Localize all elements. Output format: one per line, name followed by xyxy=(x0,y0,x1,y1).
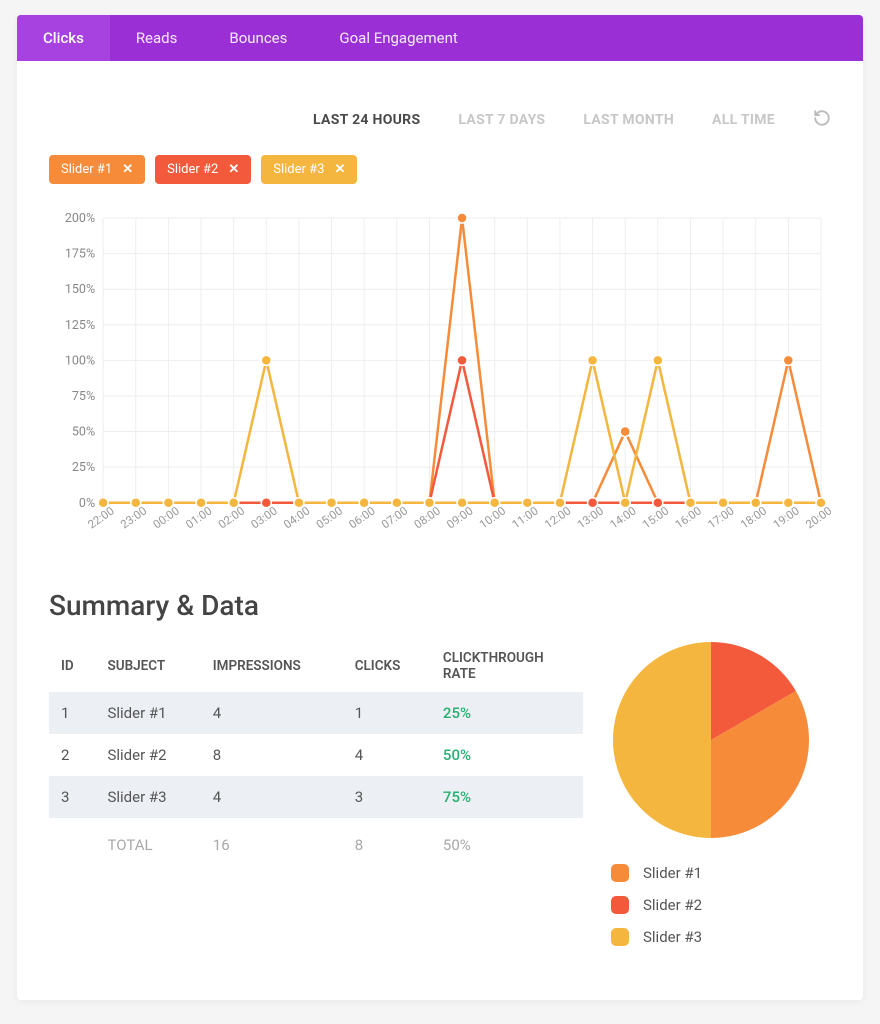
range-all[interactable]: ALL TIME xyxy=(712,112,775,128)
legend-item: Slider #2 xyxy=(611,896,831,914)
svg-text:125%: 125% xyxy=(65,318,95,333)
cell-id: 3 xyxy=(49,776,95,818)
chip-label: Slider #1 xyxy=(61,162,112,177)
range-7d[interactable]: LAST 7 DAYS xyxy=(458,112,545,128)
svg-text:25%: 25% xyxy=(72,460,95,475)
chip-slider-2[interactable]: Slider #2 ✕ xyxy=(155,155,251,184)
svg-text:0%: 0% xyxy=(79,496,95,511)
filter-chips: Slider #1 ✕ Slider #2 ✕ Slider #3 ✕ xyxy=(49,155,831,184)
tab-clicks[interactable]: Clicks xyxy=(17,15,110,61)
pie-chart xyxy=(611,640,811,840)
cell-clicks: 4 xyxy=(343,734,431,776)
cell-total-label: TOTAL xyxy=(95,818,200,866)
chip-label: Slider #2 xyxy=(167,162,218,177)
chip-slider-1[interactable]: Slider #1 ✕ xyxy=(49,155,145,184)
legend-item: Slider #3 xyxy=(611,928,831,946)
cell-id: 2 xyxy=(49,734,95,776)
cell-impressions: 8 xyxy=(201,734,343,776)
legend-item: Slider #1 xyxy=(611,864,831,882)
tab-reads[interactable]: Reads xyxy=(110,15,204,61)
close-icon[interactable]: ✕ xyxy=(334,162,345,177)
table-row: 2 Slider #2 8 4 50% xyxy=(49,734,583,776)
range-24h[interactable]: LAST 24 HOURS xyxy=(313,112,420,128)
card-content: LAST 24 HOURS LAST 7 DAYS LAST MONTH ALL… xyxy=(17,61,863,1000)
close-icon[interactable]: ✕ xyxy=(228,162,239,177)
col-impressions: IMPRESSIONS xyxy=(201,640,343,692)
svg-text:175%: 175% xyxy=(65,247,95,262)
chip-label: Slider #3 xyxy=(273,162,324,177)
legend-swatch-icon xyxy=(611,896,629,914)
table-header-row: ID SUBJECT IMPRESSIONS CLICKS CLICKTHROU… xyxy=(49,640,583,692)
cell-clicks: 1 xyxy=(343,692,431,734)
svg-text:20:00: 20:00 xyxy=(803,504,831,532)
table-total-row: TOTAL 16 8 50% xyxy=(49,818,583,866)
table-row: 3 Slider #3 4 3 75% xyxy=(49,776,583,818)
col-subject: SUBJECT xyxy=(95,640,200,692)
legend-label: Slider #3 xyxy=(643,928,702,946)
col-ctr: CLICKTHROUGH RATE xyxy=(431,640,583,692)
col-id: ID xyxy=(49,640,95,692)
legend-label: Slider #2 xyxy=(643,896,702,914)
range-month[interactable]: LAST MONTH xyxy=(583,112,674,128)
cell-impressions: 4 xyxy=(201,776,343,818)
data-table: ID SUBJECT IMPRESSIONS CLICKS CLICKTHROU… xyxy=(49,640,583,866)
chip-slider-3[interactable]: Slider #3 ✕ xyxy=(261,155,357,184)
tab-bar: Clicks Reads Bounces Goal Engagement xyxy=(17,15,863,61)
table-row: 1 Slider #1 4 1 25% xyxy=(49,692,583,734)
pie-legend: Slider #1 Slider #2 Slider #3 xyxy=(611,864,831,946)
cell-subject: Slider #3 xyxy=(95,776,200,818)
svg-text:75%: 75% xyxy=(72,389,95,404)
line-chart-svg: 0%25%50%75%100%125%150%175%200%22:0023:0… xyxy=(49,208,831,549)
close-icon[interactable]: ✕ xyxy=(122,162,133,177)
svg-text:200%: 200% xyxy=(65,211,95,226)
analytics-card: Clicks Reads Bounces Goal Engagement LAS… xyxy=(17,15,863,1000)
legend-swatch-icon xyxy=(611,928,629,946)
col-clicks: CLICKS xyxy=(343,640,431,692)
cell-total-impressions: 16 xyxy=(201,818,343,866)
cell-impressions: 4 xyxy=(201,692,343,734)
pie-column: Slider #1 Slider #2 Slider #3 xyxy=(611,640,831,960)
legend-label: Slider #1 xyxy=(643,864,702,882)
cell-id: 1 xyxy=(49,692,95,734)
cell-total-ctr: 50% xyxy=(431,818,583,866)
cell-ctr: 25% xyxy=(431,692,583,734)
svg-text:150%: 150% xyxy=(65,282,95,297)
svg-text:100%: 100% xyxy=(65,353,95,368)
cell-total-clicks: 8 xyxy=(343,818,431,866)
summary-row: ID SUBJECT IMPRESSIONS CLICKS CLICKTHROU… xyxy=(49,640,831,960)
cell-clicks: 3 xyxy=(343,776,431,818)
cell-subject: Slider #2 xyxy=(95,734,200,776)
reset-icon[interactable] xyxy=(813,109,831,131)
cell-subject: Slider #1 xyxy=(95,692,200,734)
legend-swatch-icon xyxy=(611,864,629,882)
cell-ctr: 50% xyxy=(431,734,583,776)
summary-title: Summary & Data xyxy=(49,589,831,622)
timerange-bar: LAST 24 HOURS LAST 7 DAYS LAST MONTH ALL… xyxy=(49,89,831,155)
tab-goal-engagement[interactable]: Goal Engagement xyxy=(313,15,483,61)
svg-text:50%: 50% xyxy=(72,425,95,440)
cell-ctr: 75% xyxy=(431,776,583,818)
line-chart: 0%25%50%75%100%125%150%175%200%22:0023:0… xyxy=(49,208,831,549)
tab-bounces[interactable]: Bounces xyxy=(203,15,313,61)
